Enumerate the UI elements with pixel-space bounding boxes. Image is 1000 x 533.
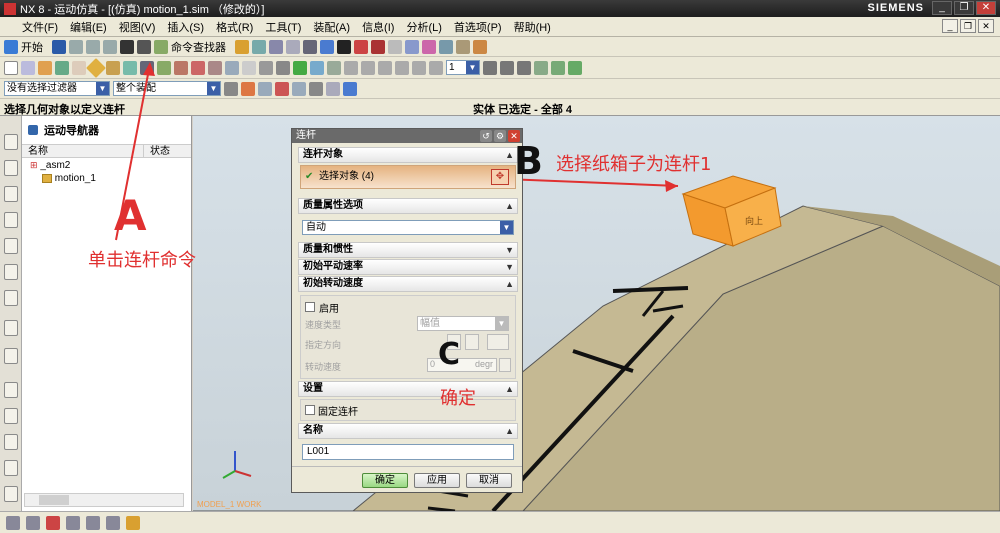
- annotation-b-text: 选择纸箱子为连杆1: [556, 154, 712, 175]
- collapse-icon: ▲: [505, 384, 514, 394]
- center-snap-icon[interactable]: [86, 515, 100, 530]
- bottom-toolbar: [0, 511, 1000, 533]
- link-name-input[interactable]: L001: [302, 444, 514, 460]
- annotation-c-text: 确定: [440, 388, 476, 409]
- expand-icon: ▼: [505, 262, 514, 272]
- dialog-titlebar: 连杆 ↺ ⚙ ✕: [292, 129, 522, 143]
- dialog-title: 连杆: [296, 130, 316, 141]
- select-object-row[interactable]: ✔ 选择对象 (4) ✥: [300, 165, 516, 189]
- rotational-group: 启用 速度类型 幅值 ▼ 指定方向 转动速度 0 degr: [300, 295, 516, 379]
- cancel-button[interactable]: 取消: [466, 473, 512, 488]
- check-icon: ✔: [305, 171, 314, 182]
- fixed-link-label: 固定连杆: [318, 407, 358, 418]
- point-snap-icon[interactable]: [26, 515, 40, 530]
- section-initial-rotational[interactable]: 初始转动速度 ▲: [298, 276, 518, 292]
- section-mass-inertia[interactable]: 质量和惯性 ▼: [298, 242, 518, 258]
- section-name[interactable]: 名称 ▲: [298, 423, 518, 439]
- reset-icon[interactable]: ↺: [480, 130, 492, 142]
- apply-button[interactable]: 应用: [414, 473, 460, 488]
- annotation-a-letter: A: [114, 191, 147, 240]
- rotational-speed-label: 转动速度: [305, 362, 342, 372]
- select-object-picker-icon[interactable]: ✥: [491, 169, 509, 185]
- section-mass-options[interactable]: 质量属性选项 ▲: [298, 198, 518, 214]
- quadrant-snap-icon[interactable]: [106, 515, 120, 530]
- settings-icon[interactable]: ⚙: [494, 130, 506, 142]
- speed-type-label: 速度类型: [305, 320, 342, 330]
- enable-checkbox[interactable]: [305, 302, 315, 312]
- enable-label: 启用: [319, 304, 339, 315]
- ok-button[interactable]: 确定: [362, 473, 408, 488]
- midpoint-snap-icon[interactable]: [66, 515, 80, 530]
- collapse-icon: ▲: [505, 150, 514, 160]
- section-link-object[interactable]: 连杆对象 ▲: [298, 147, 518, 163]
- expand-icon: ▼: [505, 245, 514, 255]
- fixed-link-checkbox[interactable]: [305, 405, 315, 415]
- section-settings[interactable]: 设置 ▲: [298, 381, 518, 397]
- annotation-a-text: 单击连杆命令: [88, 250, 196, 271]
- mass-option-select[interactable]: 自动 ▼: [302, 220, 514, 235]
- annotation-b-letter: B: [514, 139, 543, 183]
- snap-settings-icon[interactable]: [6, 515, 20, 530]
- endpoint-snap-icon[interactable]: [46, 515, 60, 530]
- select-toolbar-icon[interactable]: [126, 515, 140, 530]
- section-initial-translational[interactable]: 初始平动速率 ▼: [298, 259, 518, 275]
- collapse-icon: ▲: [505, 201, 514, 211]
- settings-group: 固定连杆: [300, 399, 516, 421]
- speed-type-select: 幅值 ▼: [417, 316, 509, 331]
- collapse-icon: ▲: [505, 279, 514, 289]
- speed-options-icon: [499, 358, 511, 372]
- annotation-c-letter: C: [438, 337, 461, 372]
- collapse-icon: ▲: [505, 426, 514, 436]
- link-dialog: 连杆 ↺ ⚙ ✕ 连杆对象 ▲ ✔ 选择对象 (4) ✥ 质量属性选项 ▲ 自动 ▼ …: [291, 128, 523, 493]
- vector-options-icon: [487, 334, 509, 350]
- direction-label: 指定方向: [305, 340, 342, 350]
- inferred-vector-icon: [465, 334, 479, 350]
